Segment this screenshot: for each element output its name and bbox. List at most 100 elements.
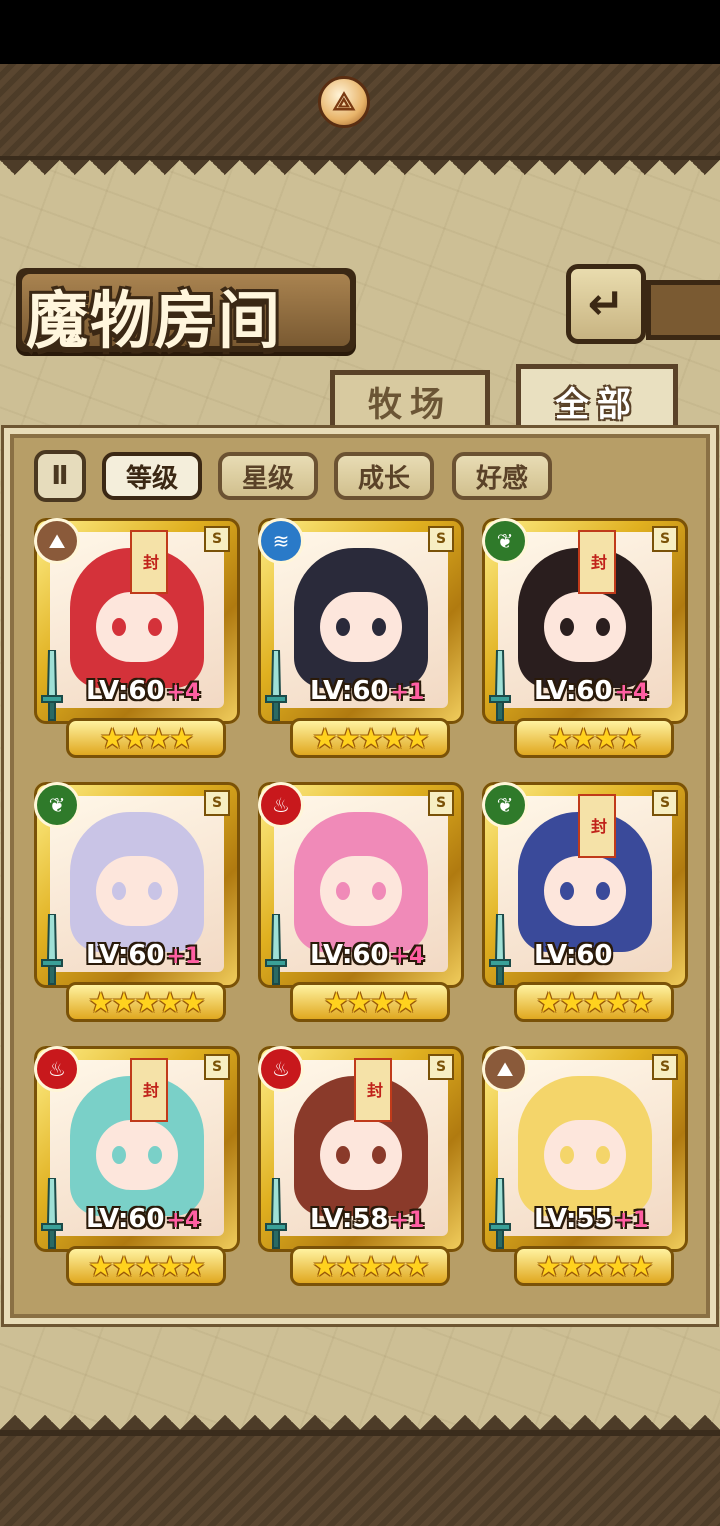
star-rating: ★★★★ — [514, 718, 674, 758]
rarity-corner-icon: S — [204, 526, 230, 552]
filter-label: 星级 — [241, 463, 294, 494]
tab-ranch-label: 牧场 — [368, 384, 452, 425]
portrait-eye — [560, 1146, 574, 1164]
level-value: LV:58 — [310, 1204, 389, 1234]
sword-icon — [265, 650, 287, 721]
portrait-face — [96, 856, 178, 926]
level-label: LV:60+4 — [86, 1204, 200, 1234]
element-fire-icon: ♨ — [34, 1046, 80, 1092]
level-label: LV:60+1 — [86, 940, 200, 970]
filter-level-button[interactable]: 等级 — [102, 452, 202, 500]
filter-growth-button[interactable]: 成长 — [334, 452, 434, 500]
return-arrow-icon: ↵ — [587, 278, 625, 330]
element-water-icon: ≋ — [258, 518, 304, 564]
portrait-eye — [372, 1146, 386, 1164]
portrait-eye — [336, 618, 350, 636]
portrait-eye — [148, 882, 162, 900]
seal-tag-icon: 封 — [130, 1058, 168, 1122]
level-label: LV:60+4 — [534, 676, 648, 706]
portrait-face — [544, 592, 626, 662]
filter-label: 成长 — [357, 463, 410, 494]
star-rating: ★★★★★ — [290, 718, 450, 758]
tab-all-label: 全部 — [555, 384, 639, 425]
seal-tag-icon: 封 — [578, 530, 616, 594]
portrait-eye — [112, 882, 126, 900]
bonus-value: +1 — [390, 680, 425, 705]
level-label: LV:58+1 — [310, 1204, 424, 1234]
monster-card[interactable]: ♨ S 封 LV:60+4 ★★★★★ — [34, 1046, 240, 1286]
portrait-eye — [372, 618, 386, 636]
element-earth-icon: ⛰ — [34, 518, 80, 564]
sort-order-button[interactable]: Ⅱ — [34, 450, 86, 502]
star-rating: ★★★★★ — [514, 982, 674, 1022]
monster-card[interactable]: ❦ S 封 LV:60+4 ★★★★ — [482, 518, 688, 758]
portrait-eye — [560, 882, 574, 900]
rarity-corner-icon: S — [428, 1054, 454, 1080]
star-rating: ★★★★★ — [66, 982, 226, 1022]
element-earth-icon: ⛰ — [482, 1046, 528, 1092]
star-rating: ★★★★★ — [66, 1246, 226, 1286]
portrait-face — [96, 592, 178, 662]
bonus-value: +1 — [166, 944, 201, 969]
portrait-face — [96, 1120, 178, 1190]
monster-card[interactable]: ♨ S 封 LV:58+1 ★★★★★ — [258, 1046, 464, 1286]
star-rating: ★★★★ — [290, 982, 450, 1022]
filter-affection-button[interactable]: 好感 — [452, 452, 552, 500]
sword-icon — [489, 650, 511, 721]
portrait-eye — [148, 618, 162, 636]
sword-icon — [489, 1178, 511, 1249]
filter-star-button[interactable]: 星级 — [218, 452, 318, 500]
monster-card[interactable]: ❦ S 封 LV:60 ★★★★★ — [482, 782, 688, 1022]
tab-all[interactable]: 全部 — [516, 364, 678, 438]
portrait-eye — [372, 882, 386, 900]
monster-card[interactable]: ⛰ S 封 LV:60+4 ★★★★ — [34, 518, 240, 758]
compass-icon[interactable]: ⟁ — [318, 76, 370, 128]
sword-icon — [489, 914, 511, 985]
level-label: LV:60+4 — [86, 676, 200, 706]
level-value: LV:60 — [534, 676, 613, 706]
back-rail — [646, 280, 720, 340]
element-fire-icon: ♨ — [258, 782, 304, 828]
bonus-value: +4 — [166, 1208, 201, 1233]
element-fire-icon: ♨ — [258, 1046, 304, 1092]
level-value: LV:60 — [86, 1204, 165, 1234]
bonus-value: +4 — [390, 944, 425, 969]
portrait-eye — [596, 618, 610, 636]
sort-order-icon: Ⅱ — [51, 461, 69, 491]
portrait-face — [320, 1120, 402, 1190]
monster-card[interactable]: ❦ S LV:60+1 ★★★★★ — [34, 782, 240, 1022]
portrait-face — [320, 856, 402, 926]
filter-label: 等级 — [125, 463, 178, 494]
page-title: 魔物房间 — [26, 284, 283, 357]
status-bar — [0, 0, 720, 64]
bottom-torn-edge — [0, 1400, 720, 1430]
seal-tag-icon: 封 — [578, 794, 616, 858]
level-label: LV:55+1 — [534, 1204, 648, 1234]
rarity-corner-icon: S — [652, 526, 678, 552]
sword-icon — [265, 1178, 287, 1249]
bottom-banner — [0, 1430, 720, 1526]
star-rating: ★★★★★ — [290, 1246, 450, 1286]
tab-ranch[interactable]: 牧场 — [330, 370, 490, 432]
back-button[interactable]: ↵ — [566, 264, 646, 344]
sword-icon — [41, 650, 63, 721]
element-wood-icon: ❦ — [34, 782, 80, 828]
star-rating: ★★★★★ — [514, 1246, 674, 1286]
element-wood-icon: ❦ — [482, 518, 528, 564]
sword-icon — [41, 1178, 63, 1249]
sword-icon — [265, 914, 287, 985]
monster-card[interactable]: ♨ S LV:60+4 ★★★★ — [258, 782, 464, 1022]
portrait-face — [320, 592, 402, 662]
level-value: LV:55 — [534, 1204, 613, 1234]
portrait-eye — [112, 618, 126, 636]
top-torn-edge — [0, 160, 720, 190]
portrait-face — [544, 1120, 626, 1190]
portrait-eye — [112, 1146, 126, 1164]
level-label: LV:60+1 — [310, 676, 424, 706]
monster-card[interactable]: ⛰ S LV:55+1 ★★★★★ — [482, 1046, 688, 1286]
bonus-value: +1 — [390, 1208, 425, 1233]
level-value: LV:60 — [86, 676, 165, 706]
monster-card[interactable]: ≋ S LV:60+1 ★★★★★ — [258, 518, 464, 758]
filter-label: 好感 — [475, 463, 528, 494]
star-rating: ★★★★ — [66, 718, 226, 758]
